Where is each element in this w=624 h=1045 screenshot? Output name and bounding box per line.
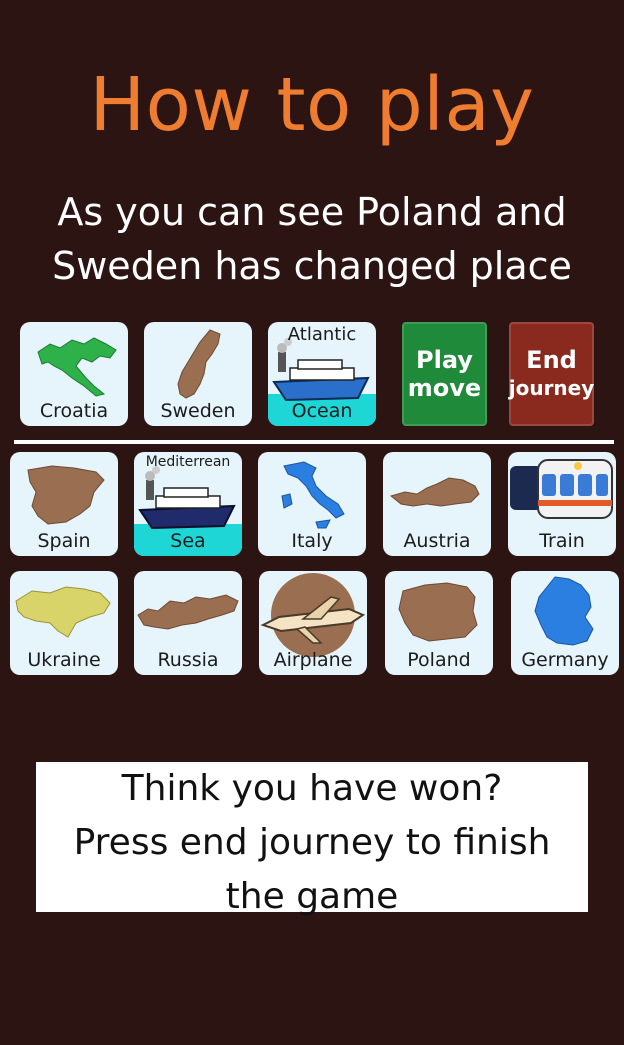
card-label: Italy [291,530,333,552]
end-button-line-1: End [526,346,577,374]
play-move-button[interactable]: Play move [402,322,487,426]
card-spain[interactable]: Spain [10,452,118,556]
play-button-line-1: Play [416,346,473,374]
card-label: Spain [37,530,91,552]
card-train[interactable]: Train [508,452,616,556]
croatia-map-icon [37,337,117,397]
card-airplane[interactable]: Airplane [259,571,367,675]
card-label: Sweden [160,400,236,422]
end-journey-button[interactable]: End journey [509,322,594,426]
end-game-hint: Think you have won? Press end journey to… [36,762,588,917]
card-label: Train [539,530,585,552]
card-label: Ukraine [27,649,101,671]
instructions-text: As you can see Poland and Sweden has cha… [10,185,614,293]
austria-map-icon [389,477,480,507]
card-label: Croatia [39,400,109,422]
card-label: Russia [157,649,219,671]
poland-map-icon [398,582,478,642]
train-icon [510,459,613,519]
card-ukraine[interactable]: Ukraine [10,571,118,675]
card-russia[interactable]: Russia [134,571,242,675]
ukraine-map-icon [15,586,111,638]
airplane-icon [260,573,366,657]
italy-map-icon [281,461,345,529]
card-austria[interactable]: Austria [383,452,491,556]
end-button-line-2: journey [508,376,595,400]
germany-map-icon [534,576,594,646]
card-poland[interactable]: Poland [385,571,493,675]
russia-map-icon [137,594,239,630]
card-sweden[interactable]: Sweden [144,322,252,426]
instructions-line-2: Sweden has changed place [52,244,572,288]
card-croatia[interactable]: Croatia [20,322,128,426]
card-atlantic-ocean[interactable]: Atlantic Ocean [268,322,376,426]
play-button-line-2: move [407,374,482,402]
card-italy[interactable]: Italy [258,452,366,556]
card-label: Ocean [291,400,353,422]
card-top-label: Mediterrean [145,454,231,470]
spain-map-icon [27,465,105,525]
card-top-label: Atlantic [287,324,357,345]
card-label: Austria [403,530,471,552]
page-title: How to play [89,62,535,148]
card-label: Germany [521,649,609,671]
card-mediterrean-sea[interactable]: Mediterrean Sea [134,452,242,556]
divider [14,440,614,444]
hint-line-1: Think you have won? [121,768,503,809]
instructions-line-1: As you can see Poland and [57,190,567,234]
hint-line-2: Press end journey to finish [73,822,551,863]
card-label: Airplane [273,649,353,671]
card-germany[interactable]: Germany [511,571,619,675]
card-label: Poland [407,649,471,671]
hint-line-3: the game [225,876,399,917]
card-label: Sea [170,530,206,552]
sweden-map-icon [177,329,221,399]
